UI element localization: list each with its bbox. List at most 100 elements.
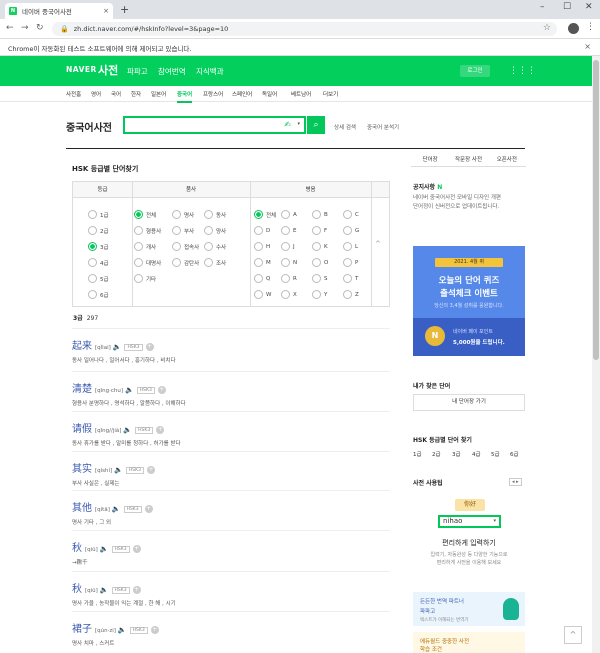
pinyin-radio-6[interactable]: F xyxy=(312,226,327,235)
tab-writing-dict[interactable]: 작문장 사전 xyxy=(449,155,487,166)
add-to-wordbook-icon[interactable]: + xyxy=(132,586,141,594)
scrollbar-thumb[interactable] xyxy=(593,60,599,360)
lang-tab-japanese[interactable]: 일본어 xyxy=(151,90,166,98)
reload-icon[interactable]: ↻ xyxy=(36,23,44,33)
pos-radio-7[interactable]: 접속사 xyxy=(172,242,199,251)
pinyin-radio-23[interactable]: Z xyxy=(343,290,359,299)
gnb-link-translate[interactable]: 참여번역 xyxy=(158,66,186,77)
add-to-wordbook-icon[interactable]: + xyxy=(150,626,159,634)
gnb-link-papago[interactable]: 파파고 xyxy=(127,66,148,77)
pinyin-radio-2[interactable]: B xyxy=(312,210,328,219)
new-tab-button[interactable]: + xyxy=(120,3,129,16)
pinyin-radio-18[interactable]: S xyxy=(312,274,328,283)
entry-word[interactable]: 起来 xyxy=(72,341,92,352)
grade-radio-4[interactable]: 4급 xyxy=(88,258,109,267)
analyzer-link[interactable]: 중국어 분석기 xyxy=(367,123,399,131)
pinyin-radio-20[interactable]: W xyxy=(254,290,271,299)
tab-close-icon[interactable]: × xyxy=(103,7,109,15)
pos-radio-4[interactable]: 부사 xyxy=(172,226,194,235)
grade-radio-1[interactable]: 1급 xyxy=(88,210,109,219)
pinyin-radio-13[interactable]: N xyxy=(281,258,297,267)
entry-word[interactable]: 清楚 xyxy=(72,384,92,395)
pos-radio-9[interactable]: 대명사 xyxy=(134,258,161,267)
pinyin-radio-4[interactable]: D xyxy=(254,226,270,235)
collapse-icon[interactable]: ^ xyxy=(375,240,381,248)
browser-menu-icon[interactable]: ⋮ xyxy=(586,22,595,32)
pinyin-radio-19[interactable]: T xyxy=(343,274,358,283)
sidebar-hsk-level-4[interactable]: 4급 xyxy=(472,450,481,458)
add-to-wordbook-icon[interactable]: + xyxy=(146,466,155,474)
sidebar-hsk-level-5[interactable]: 5급 xyxy=(491,450,500,458)
speaker-icon[interactable]: 🔈 xyxy=(100,545,109,553)
speaker-icon[interactable]: 🔈 xyxy=(112,505,121,513)
pos-radio-6[interactable]: 개사 xyxy=(134,242,156,251)
speaker-icon[interactable]: 🔈 xyxy=(100,586,109,594)
sidebar-hsk-level-1[interactable]: 1급 xyxy=(413,450,422,458)
grade-radio-2[interactable]: 2급 xyxy=(88,226,109,235)
pinyin-radio-16[interactable]: Q xyxy=(254,274,270,283)
search-input[interactable]: ✍ ▾ xyxy=(123,116,306,134)
pos-radio-2[interactable]: 동사 xyxy=(204,210,226,219)
pos-radio-8[interactable]: 수사 xyxy=(204,242,226,251)
login-button[interactable]: 로그인 xyxy=(460,65,490,77)
speaker-icon[interactable]: 🔈 xyxy=(118,626,127,634)
handwriting-icon[interactable]: ✍ xyxy=(284,120,291,129)
pinyin-radio-22[interactable]: Y xyxy=(312,290,327,299)
pinyin-radio-14[interactable]: O xyxy=(312,258,328,267)
notice-line-1[interactable]: 네이버 중국어사전 모바일 디자인 개편 xyxy=(413,194,501,202)
pinyin-radio-9[interactable]: J xyxy=(281,242,295,251)
pos-radio-1[interactable]: 명사 xyxy=(172,210,194,219)
lang-tab-chinese[interactable]: 중국어 xyxy=(177,90,193,103)
add-to-wordbook-icon[interactable]: + xyxy=(156,426,165,434)
lang-tab-german[interactable]: 독일어 xyxy=(262,90,277,98)
gnb-link-encyclopedia[interactable]: 지식백과 xyxy=(196,66,224,77)
speaker-icon[interactable]: 🔈 xyxy=(113,343,122,351)
pos-radio-11[interactable]: 조사 xyxy=(204,258,226,267)
pinyin-radio-1[interactable]: A xyxy=(281,210,297,219)
papago-promo[interactable]: 든든한 번역 파트너 파파고 텍스트가 이해되는 번역기 xyxy=(413,592,525,626)
minimize-button[interactable]: – xyxy=(540,2,545,12)
pinyin-radio-3[interactable]: C xyxy=(343,210,359,219)
lang-tab-home[interactable]: 사전홈 xyxy=(66,90,81,98)
search-button[interactable]: ⌕ xyxy=(307,116,325,134)
maximize-button[interactable]: ☐ xyxy=(563,2,571,12)
quiz-event-banner[interactable]: 2021. 4월 퀴 오늘의 단어 퀴즈 출석체크 이벤트 당신의 3,4월 성… xyxy=(413,246,525,356)
pos-radio-12[interactable]: 기타 xyxy=(134,274,156,283)
sidebar-hsk-level-6[interactable]: 6급 xyxy=(510,450,519,458)
url-bar[interactable]: 🔒 zh.dict.naver.com/#/hskInfo?level=3&pa… xyxy=(52,22,557,36)
entry-word[interactable]: 其实 xyxy=(72,464,92,475)
lang-tab-spanish[interactable]: 스페인어 xyxy=(232,90,252,98)
add-to-wordbook-icon[interactable]: + xyxy=(157,386,166,394)
infobar-close-icon[interactable]: × xyxy=(584,42,591,51)
add-to-wordbook-icon[interactable]: + xyxy=(145,343,154,351)
profile-avatar[interactable] xyxy=(568,23,579,34)
bookmark-star-icon[interactable]: ☆ xyxy=(543,23,551,33)
pinyin-radio-0[interactable]: 전체 xyxy=(254,210,276,219)
forward-icon[interactable]: → xyxy=(21,23,29,33)
browser-tab[interactable]: N 네이버 중국어사전 × xyxy=(5,3,113,19)
lang-tab-english[interactable]: 영어 xyxy=(91,90,101,98)
pos-radio-5[interactable]: 양사 xyxy=(204,226,226,235)
edu-promo[interactable]: 에듀월드 중중한 사전 학습 조건 xyxy=(413,632,525,653)
pinyin-radio-10[interactable]: K xyxy=(312,242,328,251)
sidebar-hsk-level-2[interactable]: 2급 xyxy=(432,450,441,458)
entry-word[interactable]: 裙子 xyxy=(72,624,92,635)
pinyin-radio-17[interactable]: R xyxy=(281,274,297,283)
scroll-to-top-button[interactable]: ^ xyxy=(564,626,582,644)
go-wordbook-button[interactable]: 내 단어장 가기 xyxy=(413,394,525,411)
naver-logo[interactable]: NAVER xyxy=(66,65,97,74)
entry-word[interactable]: 秋 xyxy=(72,543,82,554)
lang-tab-french[interactable]: 프랑스어 xyxy=(203,90,223,98)
back-icon[interactable]: ← xyxy=(6,23,14,33)
pos-radio-0[interactable]: 전체 xyxy=(134,210,156,219)
search-dropdown-icon[interactable]: ▾ xyxy=(297,121,300,127)
pinyin-radio-15[interactable]: P xyxy=(343,258,358,267)
sidebar-hsk-level-3[interactable]: 3급 xyxy=(452,450,461,458)
pinyin-radio-12[interactable]: M xyxy=(254,258,271,267)
lang-tab-hanja[interactable]: 한자 xyxy=(131,90,141,98)
dict-service-title[interactable]: 사전 xyxy=(98,62,118,78)
tab-wordbook[interactable]: 단어장 xyxy=(411,155,449,166)
add-to-wordbook-icon[interactable]: + xyxy=(132,545,141,553)
tab-open-dict[interactable]: 오픈사전 xyxy=(488,155,526,166)
notice-line-2[interactable]: 단어정이 신버전으로 업데이트됩니다. xyxy=(413,203,499,211)
